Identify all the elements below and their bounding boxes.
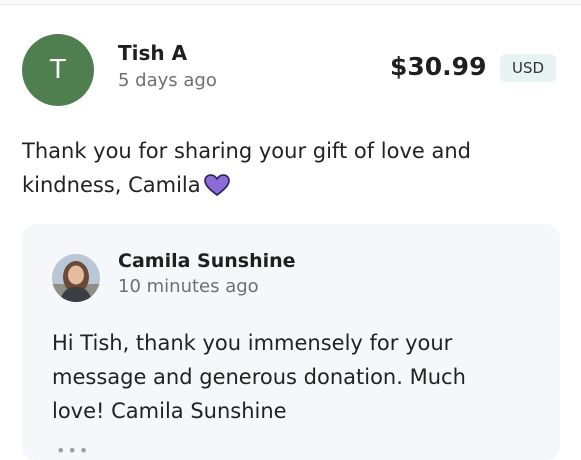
donation-message-text: Thank you for sharing your gift of love …	[22, 139, 471, 197]
donor-name: Tish A	[118, 41, 188, 65]
donor-avatar-initial: T	[50, 55, 66, 85]
reply-author-name: Camila Sunshine	[118, 250, 296, 272]
reply-message: Hi Tish, thank you immensely for your me…	[52, 331, 466, 423]
donation-amount: $30.99	[390, 52, 487, 81]
reply-timestamp: 10 minutes ago	[118, 276, 259, 297]
purple-heart-icon	[203, 173, 231, 207]
top-divider	[0, 0, 581, 5]
more-dots-icon[interactable]: •••	[56, 443, 90, 459]
donation-timestamp: 5 days ago	[118, 70, 217, 91]
donor-avatar: T	[22, 34, 94, 106]
reply-card: Camila Sunshine 10 minutes ago Hi Tish, …	[22, 224, 560, 460]
currency-badge: USD	[500, 54, 557, 82]
donation-message: Thank you for sharing your gift of love …	[22, 134, 542, 207]
reply-author-avatar	[52, 254, 100, 302]
